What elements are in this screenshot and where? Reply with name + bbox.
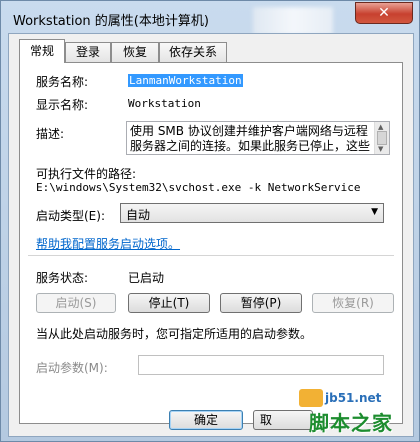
window-title: Workstation 的属性(本地计算机)	[13, 14, 209, 29]
start-params-label: 启动参数(M):	[36, 361, 108, 375]
description-textarea[interactable]: 使用 SMB 协议创建并维护客户端网络与远程服务器之间的连接。如果此服务已停止，…	[126, 121, 390, 155]
divider	[28, 255, 394, 256]
service-name-selection: LanmanWorkstation	[128, 74, 243, 87]
title-bar-blur	[253, 7, 333, 35]
resume-button[interactable]: 恢复(R)	[312, 293, 394, 313]
tab-dependencies[interactable]: 依存关系	[159, 42, 227, 62]
scroll-up-icon[interactable]: ▲	[378, 123, 383, 131]
start-button[interactable]: 启动(S)	[36, 293, 116, 313]
startup-type-value: 自动	[126, 208, 151, 222]
help-configure-link[interactable]: 帮助我配置服务启动选项。	[36, 235, 180, 252]
title-bar[interactable]: Workstation 的属性(本地计算机) ✕	[1, 1, 420, 35]
exe-path-value[interactable]: E:\windows\System32\svchost.exe -k Netwo…	[36, 181, 361, 194]
startup-type-select[interactable]: 自动 ▼	[120, 203, 384, 223]
tab-dependencies-label: 依存关系	[168, 45, 217, 59]
description-text: 使用 SMB 协议创建并维护客户端网络与远程服务器之间的连接。如果此服务已停止，…	[130, 124, 371, 153]
start-params-input[interactable]	[138, 355, 384, 375]
service-name-label: 服务名称:	[36, 75, 89, 89]
scroll-down-icon[interactable]: ▼	[378, 145, 383, 153]
tab-logon-label: 登录	[75, 45, 100, 59]
pause-button[interactable]: 暂停(P)	[220, 293, 302, 313]
watermark-url: jb51.net	[325, 391, 382, 405]
description-label: 描述:	[36, 127, 65, 141]
exe-path-label: 可执行文件的路径:	[36, 167, 137, 181]
scroll-thumb[interactable]	[377, 131, 387, 145]
tab-general-label: 常规	[29, 44, 54, 58]
startup-type-label: 启动类型(E):	[36, 209, 105, 223]
display-name-value[interactable]: Workstation	[128, 97, 201, 110]
dialog-body: 常规 登录 恢复 依存关系 服务名称: LanmanWorkstation 显示…	[8, 33, 414, 437]
general-tab-panel: 服务名称: LanmanWorkstation 显示名称: Workstatio…	[19, 62, 403, 424]
service-name-value[interactable]: LanmanWorkstation	[128, 74, 243, 87]
watermark-logo-icon	[299, 389, 323, 407]
start-params-hint: 当从此处启动服务时，您可指定所适用的启动参数。	[36, 327, 313, 341]
service-status-label: 服务状态:	[36, 271, 89, 285]
close-button[interactable]: ✕	[355, 2, 413, 24]
display-name-label: 显示名称:	[36, 98, 89, 112]
tab-recovery[interactable]: 恢复	[111, 42, 159, 62]
tab-logon[interactable]: 登录	[65, 42, 111, 62]
properties-dialog: Workstation 的属性(本地计算机) ✕ 常规 登录 恢复 依存关系 服…	[0, 0, 420, 442]
chevron-down-icon: ▼	[371, 207, 378, 217]
ok-button[interactable]: 确定	[169, 410, 243, 430]
site-watermark: jb51.net 脚本之家	[299, 389, 417, 439]
tab-recovery-label: 恢复	[122, 45, 147, 59]
watermark-name: 脚本之家	[309, 411, 393, 435]
service-status-value: 已启动	[128, 271, 165, 285]
close-icon: ✕	[378, 5, 390, 21]
tab-general[interactable]: 常规	[19, 39, 65, 63]
description-scrollbar[interactable]: ▲ ▼	[374, 122, 389, 154]
stop-button[interactable]: 停止(T)	[128, 293, 210, 313]
